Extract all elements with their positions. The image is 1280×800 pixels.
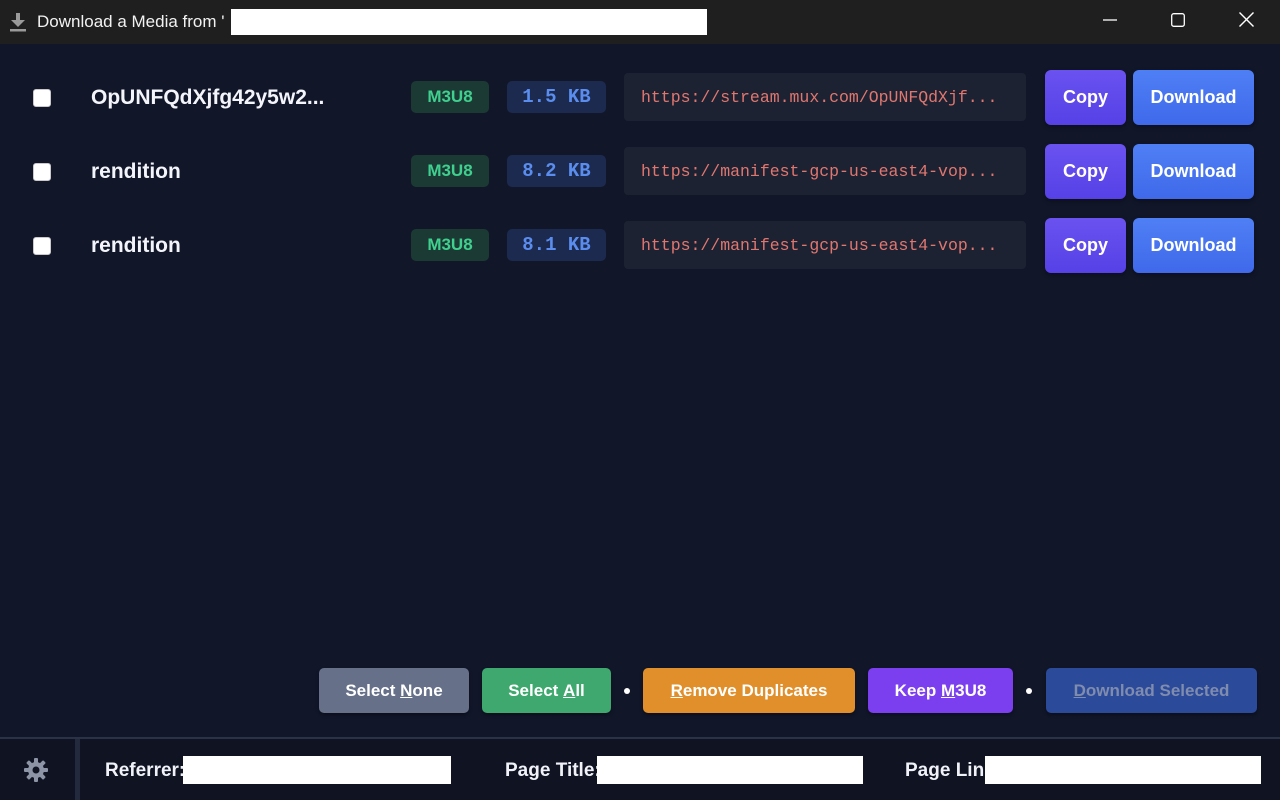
minimize-button[interactable]	[1076, 0, 1144, 44]
close-button[interactable]	[1212, 0, 1280, 44]
media-size-badge: 8.1 KB	[507, 229, 606, 261]
keep-m3u8-label-prefix: Keep	[894, 680, 941, 700]
download-selected-accel: D	[1073, 680, 1086, 700]
media-name: rendition	[91, 234, 181, 257]
window-title: Download a Media from '	[37, 12, 225, 31]
select-all-label-suffix: ll	[575, 680, 585, 700]
select-checkbox[interactable]	[33, 163, 51, 181]
close-icon	[1238, 12, 1254, 32]
select-none-button[interactable]: Select None	[319, 668, 469, 713]
remove-duplicates-button[interactable]: Remove Duplicates	[643, 668, 855, 713]
media-url: https://manifest-gcp-us-east4-vop...	[624, 221, 1026, 269]
redacted-title-source	[230, 9, 707, 35]
download-button[interactable]: Download	[1133, 218, 1254, 273]
media-size-badge: 1.5 KB	[507, 81, 606, 113]
media-type-badge: M3U8	[411, 155, 489, 187]
download-icon	[8, 12, 28, 32]
remove-duplicates-accel: R	[670, 680, 683, 700]
window-controls	[1076, 0, 1280, 44]
media-type-badge: M3U8	[411, 229, 489, 261]
maximize-icon	[1171, 12, 1185, 32]
copy-button[interactable]: Copy	[1045, 218, 1126, 273]
media-row: OpUNFQdXjfg42y5w2... M3U8 1.5 KB https:/…	[0, 70, 1280, 126]
select-none-label-suffix: one	[412, 680, 443, 700]
media-row: rendition M3U8 8.2 KB https://manifest-g…	[0, 144, 1280, 200]
download-selected-button[interactable]: Download Selected	[1046, 668, 1257, 713]
keep-m3u8-accel: M	[940, 680, 956, 700]
title-bar: Download a Media from '	[0, 0, 1280, 44]
media-type-badge: M3U8	[411, 81, 489, 113]
select-all-button[interactable]: Select All	[482, 668, 611, 713]
select-all-accel: A	[563, 680, 576, 700]
redacted-page-title	[597, 756, 863, 784]
remove-duplicates-label-suffix: emove Duplicates	[682, 680, 828, 700]
download-button[interactable]: Download	[1133, 144, 1254, 199]
media-url: https://stream.mux.com/OpUNFQdXjf...	[624, 73, 1026, 121]
minimize-icon	[1103, 13, 1117, 32]
select-checkbox[interactable]	[33, 237, 51, 255]
media-row: rendition M3U8 8.1 KB https://manifest-g…	[0, 218, 1280, 274]
separator-dot	[1026, 688, 1032, 694]
referrer-label: Referrer:	[105, 760, 186, 781]
copy-button[interactable]: Copy	[1045, 144, 1126, 199]
redacted-referrer	[183, 756, 451, 784]
media-url: https://manifest-gcp-us-east4-vop...	[624, 147, 1026, 195]
media-name: OpUNFQdXjfg42y5w2...	[91, 86, 325, 109]
maximize-button[interactable]	[1144, 0, 1212, 44]
media-name: rendition	[91, 160, 181, 183]
page-link-label: Page Link	[905, 760, 995, 781]
select-none-label-prefix: Select	[345, 680, 401, 700]
footer-divider	[75, 739, 80, 800]
media-size-badge: 8.2 KB	[507, 155, 606, 187]
select-all-label-prefix: Select	[508, 680, 564, 700]
download-selected-label-suffix: ownload Selected	[1085, 680, 1230, 700]
footer: Referrer: Page Title: Page Link	[0, 739, 1280, 800]
page-title-label: Page Title:	[505, 760, 601, 781]
keep-m3u8-button[interactable]: Keep M 3U8	[868, 668, 1013, 713]
redacted-page-link	[985, 756, 1261, 784]
keep-m3u8-label-suffix: 3U8	[955, 680, 987, 700]
select-checkbox[interactable]	[33, 89, 51, 107]
gear-icon[interactable]	[22, 756, 50, 784]
select-none-accel: N	[400, 680, 413, 700]
separator-dot	[624, 688, 630, 694]
copy-button[interactable]: Copy	[1045, 70, 1126, 125]
download-button[interactable]: Download	[1133, 70, 1254, 125]
